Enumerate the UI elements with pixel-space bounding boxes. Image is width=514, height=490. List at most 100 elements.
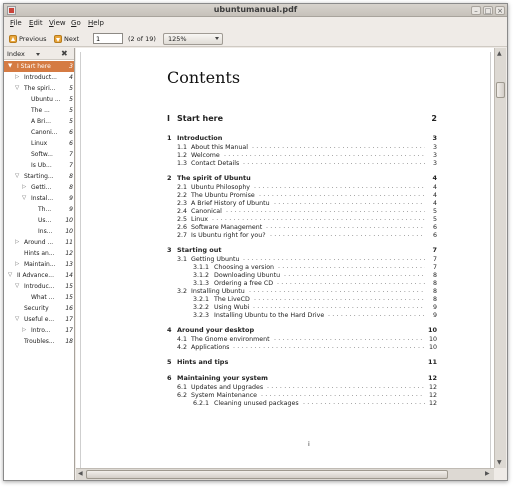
outline-item[interactable]: Softw... 7 [4,149,74,160]
outline-item-page: 10 [65,228,73,235]
page-number-input[interactable] [93,33,123,44]
vertical-scroll-thumb[interactable] [496,82,505,98]
outline-item-label: I Start here [17,63,51,70]
outline-item[interactable]: Is Ub... 7 [4,160,74,171]
outline-item[interactable]: Us... 10 [4,215,74,226]
outline-item[interactable]: ▷ Intro... 17 [4,325,74,336]
expand-icon[interactable]: ▷ [15,237,19,248]
outline-item-page: 5 [69,85,73,92]
toc-page: 9 [432,312,437,319]
outline-item[interactable]: ▽ Useful e... 17 [4,314,74,325]
outline-item[interactable]: ▽ II Advance... 14 [4,270,74,281]
collapse-icon[interactable]: ▽ [8,270,12,281]
sidebar-mode-select[interactable]: Index [7,50,25,58]
outline-item[interactable]: A Bri... 5 [4,116,74,127]
outline-item[interactable]: ▼ I Start here 3 [4,61,74,72]
outline-item[interactable]: ▽ Starting... 8 [4,171,74,182]
toc-entry[interactable]: 2.7 Is Ubuntu right for you?.............… [81,231,490,240]
outline-item[interactable]: ▷ Getti... 8 [4,182,74,193]
toc-entry[interactable]: 4.2 Applications.........................… [81,343,490,352]
toc-part[interactable]: I Start here 2 [81,114,490,123]
toc-page: 6 [432,232,437,239]
outline-item-label: What ... [31,294,55,301]
expand-icon[interactable]: ▷ [22,182,26,193]
outline-item[interactable]: ▷ Maintain... 13 [4,259,74,270]
outline-item[interactable]: The ... 5 [4,105,74,116]
expand-icon[interactable]: ▷ [22,325,26,336]
outline-item[interactable]: Ubuntu ... 5 [4,94,74,105]
outline-item-label: Starting... [24,173,54,180]
menu-edit[interactable]: Edit [29,19,43,27]
outline-item[interactable]: Hints an... 12 [4,248,74,259]
scroll-up-icon[interactable]: ▲ [497,50,502,57]
toc-title: Is Ubuntu right for you? [191,232,266,239]
expand-icon[interactable]: ▷ [15,259,19,270]
menu-go[interactable]: Go [71,19,81,27]
outline-item[interactable]: Th... 9 [4,204,74,215]
sidebar-header: Index ✖ [4,48,74,60]
collapse-icon[interactable]: ▽ [15,314,19,325]
outline-item[interactable]: Troubles... 18 [4,336,74,347]
expand-icon[interactable]: ▷ [15,72,19,83]
toc-page: 12 [428,400,437,407]
collapse-icon[interactable]: ▽ [22,193,26,204]
zoom-select[interactable]: 125% [163,33,223,45]
toc-chapter[interactable]: 5 Hints and tips 11 [81,358,490,367]
scroll-down-icon[interactable]: ▼ [497,459,502,466]
outline-item[interactable]: ▽ Instal... 9 [4,193,74,204]
outline-item-page: 9 [69,206,73,213]
close-window-icon[interactable]: × [495,6,505,15]
menu-view[interactable]: View [49,19,66,27]
outline-item-page: 15 [65,294,73,301]
toc-entry[interactable]: 3.2.3 Installing Ubuntu to the Hard Drive… [81,311,490,320]
next-button[interactable]: Next [54,32,79,45]
toc-title: Hints and tips [177,358,229,366]
previous-button[interactable]: Previous [9,32,46,45]
horizontal-scrollbar[interactable]: ◀ ▶ [76,468,494,480]
chevron-down-icon[interactable] [36,53,40,56]
document-view[interactable]: Contents I Start here 2 1 Introduction 3 1.1 Ab… [76,48,494,468]
scroll-right-icon[interactable]: ▶ [485,470,490,477]
outline-item-label: Useful e... [24,316,55,323]
outline-item-page: 14 [65,272,73,279]
outline-item-label: Maintain... [24,261,56,268]
arrow-up-icon [9,34,17,43]
outline-item-page: 10 [65,217,73,224]
outline-item[interactable]: ▷ Introduct... 4 [4,72,74,83]
outline-item-label: Around ... [24,239,54,246]
outline-item[interactable]: ▽ The spiri... 5 [4,83,74,94]
collapse-icon[interactable]: ▼ [8,61,12,72]
outline-item[interactable]: What ... 15 [4,292,74,303]
menu-help[interactable]: Help [88,19,104,27]
outline-item[interactable]: Linux 6 [4,138,74,149]
outline-item[interactable]: ▽ Introduc... 15 [4,281,74,292]
minimize-icon[interactable]: – [471,6,481,15]
toc-page: 11 [427,358,437,366]
collapse-icon[interactable]: ▽ [15,83,19,94]
horizontal-scroll-thumb[interactable] [86,470,448,479]
collapse-icon[interactable]: ▽ [15,171,19,182]
page-footer-number: i [308,440,310,448]
toc-entry[interactable]: 6.2.1 Cleaning unused packages...........… [81,399,490,408]
scroll-left-icon[interactable]: ◀ [78,470,83,477]
vertical-scrollbar[interactable]: ▲ ▼ [494,48,506,468]
maximize-icon[interactable]: □ [483,6,493,15]
page-heading: Contents [167,68,241,87]
outline-item[interactable]: Canoni... 6 [4,127,74,138]
menu-file[interactable]: File [10,19,22,27]
close-sidebar-icon[interactable]: ✖ [61,49,68,58]
toc-page: 2 [431,114,437,123]
previous-label: Previous [19,34,47,43]
toc-page: 3 [432,160,437,167]
chevron-down-icon [215,37,219,40]
outline-item[interactable]: ▷ Around ... 11 [4,237,74,248]
outline-item-page: 5 [69,118,73,125]
outline-item[interactable]: Ins... 10 [4,226,74,237]
collapse-icon[interactable]: ▽ [15,281,19,292]
sidebar: Index ✖ ▼ I Start here 3 ▷ Introduct... 4 ▽ The… [4,48,75,480]
outline-item-label: Linux [31,140,48,147]
outline-item[interactable]: Security 16 [4,303,74,314]
outline-item-label: II Advance... [17,272,54,279]
toc-entry[interactable]: 1.3 Contact Details......................… [81,159,490,168]
toc-page: 4 [432,174,437,182]
